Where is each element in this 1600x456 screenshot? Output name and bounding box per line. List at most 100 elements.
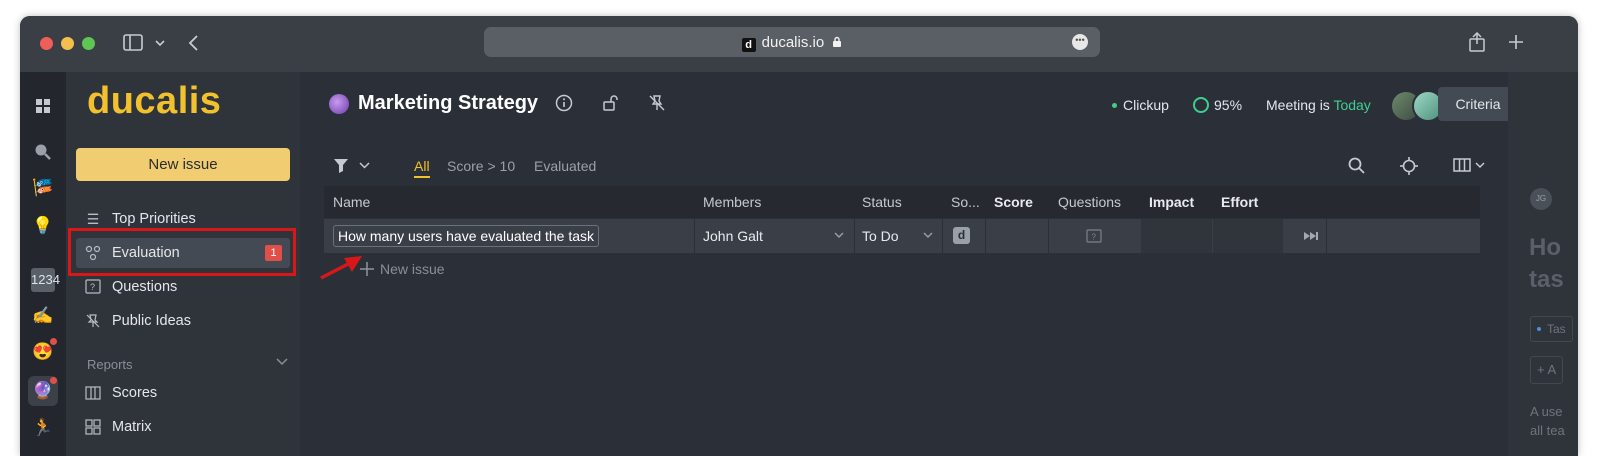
sidebar-toggle-icon[interactable]: [123, 34, 143, 52]
cell-divider: [854, 219, 855, 253]
question-box-icon: ?: [84, 272, 102, 305]
tab-score-gt-10[interactable]: Score > 10: [447, 158, 515, 174]
cell-divider: [985, 219, 986, 253]
columns-icon: [84, 378, 102, 410]
chevron-down-icon[interactable]: [276, 355, 288, 369]
filter-dropdown[interactable]: [333, 158, 370, 174]
info-icon[interactable]: [555, 94, 573, 112]
column-header-status[interactable]: Status: [862, 186, 902, 218]
browser-titlebar: d ducalis.io •••: [20, 16, 1578, 72]
sidebar-item-label: Matrix: [112, 419, 152, 435]
columns-icon[interactable]: [1453, 157, 1487, 173]
runner-icon[interactable]: 🏃: [31, 416, 55, 440]
no-pin-icon[interactable]: [648, 94, 666, 112]
crystal-ball-icon[interactable]: 🔮: [31, 377, 57, 403]
chevron-down-icon: [359, 162, 370, 169]
column-header-score[interactable]: Score: [994, 186, 1033, 218]
cell-divider: [1048, 219, 1049, 253]
grid-icon[interactable]: [31, 94, 55, 118]
reports-section-header[interactable]: Reports: [87, 357, 133, 372]
add-button[interactable]: + A: [1530, 356, 1564, 384]
crosshair-icon[interactable]: [1400, 157, 1418, 175]
member-select[interactable]: John Galt: [703, 219, 763, 253]
search-icon[interactable]: [31, 140, 55, 164]
tab-evaluated[interactable]: Evaluated: [534, 158, 596, 174]
bulb-icon[interactable]: 💡: [31, 214, 55, 238]
chevron-down-icon[interactable]: [923, 219, 933, 253]
sidebar-item-matrix[interactable]: Matrix: [76, 412, 290, 442]
tag-chip[interactable]: Tas: [1530, 316, 1573, 342]
close-window-button[interactable]: [40, 37, 53, 50]
issue-name-field[interactable]: How many users have evaluated the task: [333, 225, 600, 247]
browser-window: d ducalis.io ••• 🎏 💡 1234 ✍ 😍 🔮 🏃 ducali…: [20, 16, 1578, 456]
annotation-arrow-icon: [320, 256, 362, 280]
brand-logo[interactable]: ducalis: [87, 80, 221, 123]
column-header-source[interactable]: So...: [951, 186, 980, 218]
back-arrow-icon[interactable]: [188, 34, 200, 52]
source-logo: d: [953, 227, 970, 244]
lock-icon: [833, 36, 842, 47]
status-select[interactable]: To Do: [862, 219, 899, 253]
cell-divider: [1326, 219, 1327, 253]
no-pin-icon: [84, 306, 102, 339]
status-dot: [1112, 103, 1117, 108]
notification-dot: [50, 338, 57, 345]
effort-cell[interactable]: [1213, 219, 1283, 253]
integration-status[interactable]: Clickup: [1112, 97, 1169, 113]
new-tab-icon[interactable]: [1508, 34, 1524, 50]
site-favicon: d: [741, 38, 756, 52]
table-header: Name Members Status So... Score Question…: [324, 186, 1480, 218]
heart-eyes-icon[interactable]: 😍: [31, 338, 57, 364]
svg-text:?: ?: [90, 282, 95, 292]
url-display: d ducalis.io: [484, 34, 1100, 52]
evaluation-highlight-box: [68, 228, 296, 276]
criteria-button[interactable]: Criteria: [1438, 87, 1518, 121]
chevron-down-icon[interactable]: [834, 219, 844, 253]
zoom-window-button[interactable]: [82, 37, 95, 50]
new-issue-button[interactable]: New issue: [76, 148, 290, 181]
more-options-icon[interactable]: •••: [1072, 34, 1088, 50]
filter-icon: [334, 159, 348, 173]
share-icon[interactable]: [1468, 32, 1486, 52]
tab-all[interactable]: All: [414, 158, 430, 178]
writing-hand-icon[interactable]: ✍: [31, 304, 55, 328]
workspace-rail: 🎏 💡 1234 ✍ 😍 🔮 🏃: [20, 72, 66, 456]
add-new-issue-row[interactable]: New issue: [360, 261, 445, 277]
progress-indicator[interactable]: 95%: [1193, 97, 1242, 113]
column-header-name[interactable]: Name: [333, 186, 370, 218]
crystal-ball-icon: [329, 94, 349, 114]
cell-divider: [942, 219, 943, 253]
search-icon[interactable]: [1348, 157, 1365, 174]
meeting-status[interactable]: Meeting is Today: [1266, 97, 1371, 113]
question-box-icon[interactable]: ?: [1086, 229, 1102, 244]
numbers-icon[interactable]: 1234: [31, 268, 60, 292]
column-header-impact[interactable]: Impact: [1149, 186, 1194, 218]
column-header-questions[interactable]: Questions: [1058, 186, 1121, 218]
flag-icon[interactable]: 🎏: [31, 176, 55, 200]
unlock-icon[interactable]: [602, 94, 620, 112]
main-content: Marketing Strategy Clickup 95% Meeting i…: [300, 72, 1518, 456]
sidebar-item-label: Scores: [112, 385, 158, 401]
issue-title-line: Ho: [1529, 234, 1561, 261]
skip-forward-icon[interactable]: [1303, 231, 1319, 241]
impact-cell[interactable]: [1141, 219, 1212, 253]
column-header-effort[interactable]: Effort: [1221, 186, 1258, 218]
description-line: all tea: [1530, 423, 1565, 438]
issue-title-line: tas: [1529, 266, 1564, 293]
issue-detail-panel: JG Ho tas Tas + A A use all tea: [1508, 72, 1578, 456]
svg-text:?: ?: [1092, 233, 1097, 242]
sidebar-item-scores[interactable]: Scores: [76, 378, 290, 408]
chevron-down-icon[interactable]: [155, 40, 165, 47]
column-header-members[interactable]: Members: [703, 186, 761, 218]
address-bar[interactable]: d ducalis.io •••: [484, 27, 1100, 57]
table-row[interactable]: How many users have evaluated the task J…: [324, 219, 1480, 253]
matrix-icon: [84, 412, 102, 445]
progress-ring-icon: [1193, 97, 1209, 113]
sidebar-item-label: Questions: [112, 279, 178, 295]
sidebar-item-questions[interactable]: ? Questions: [76, 272, 290, 302]
avatar[interactable]: JG: [1530, 188, 1552, 210]
sidebar-item-label: Public Ideas: [112, 313, 191, 329]
minimize-window-button[interactable]: [61, 37, 74, 50]
description-line: A use: [1530, 404, 1563, 419]
sidebar-item-public-ideas[interactable]: Public Ideas: [76, 306, 290, 336]
